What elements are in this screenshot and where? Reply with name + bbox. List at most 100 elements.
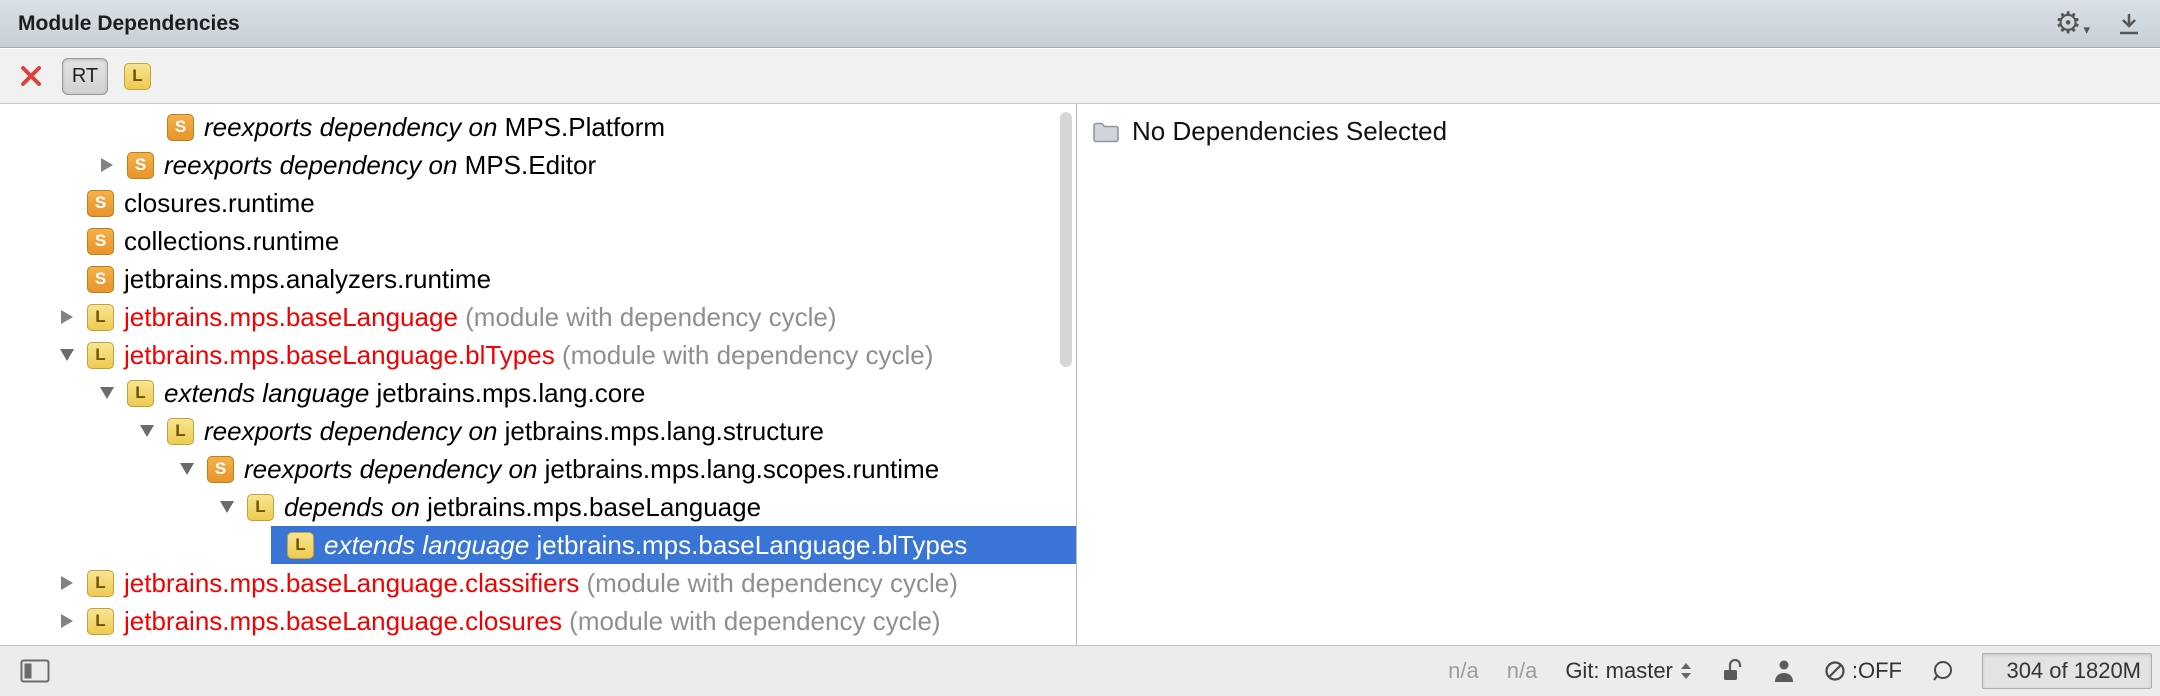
tree-row[interactable]: L jetbrains.mps.baseLanguage.closures (m… [0, 602, 1076, 640]
tree-row-content: L depends on jetbrains.mps.baseLanguage [231, 488, 1076, 526]
language-icon: L [287, 532, 314, 559]
hide-icon [2116, 11, 2142, 37]
tree-row-content: L jetbrains.mps.baseLanguage.classifiers… [71, 564, 1076, 602]
highlighting-off-icon [1823, 659, 1847, 683]
caret-position-widget[interactable]: n/a [1448, 658, 1479, 684]
module-name: jetbrains.mps.baseLanguage.classifiers [124, 568, 579, 599]
module-name: jetbrains.mps.lang.core [377, 378, 646, 409]
module-name: jetbrains.mps.baseLanguage.blTypes [537, 530, 968, 561]
hector-inspector-icon [1773, 658, 1795, 684]
tree-row[interactable]: S reexports dependency on jetbrains.mps.… [0, 450, 1076, 488]
module-name: MPS.Editor [465, 150, 597, 181]
tree-row-content: L extends language jetbrains.mps.lang.co… [111, 374, 1076, 412]
tree-row-content: L extends language jetbrains.mps.baseLan… [271, 526, 1076, 564]
no-selection-message: No Dependencies Selected [1132, 116, 1447, 147]
dependencies-tree-pane: S reexports dependency on MPS.Platform S… [0, 104, 1077, 645]
tree-row-content: L jetbrains.mps.baseLanguage.blTypes (mo… [71, 336, 1076, 374]
language-icon: L [167, 418, 194, 445]
tree-row-content: L reexports dependency on jetbrains.mps.… [151, 412, 1076, 450]
module-name: closures.runtime [124, 188, 315, 219]
dependency-kind-label: reexports dependency on [244, 454, 545, 485]
solution-icon: S [167, 114, 194, 141]
tree-row[interactable]: S collections.runtime [0, 222, 1076, 260]
language-icon: L [87, 608, 114, 635]
module-name: jetbrains.mps.baseLanguage [427, 492, 761, 523]
tree-row[interactable]: L extends language jetbrains.mps.lang.co… [0, 374, 1076, 412]
tree-row-content: S reexports dependency on MPS.Editor [111, 146, 1076, 184]
memory-indicator[interactable]: 304 of 1820M [1982, 653, 2152, 689]
module-name: jetbrains.mps.lang.structure [505, 416, 824, 447]
dependency-tree: S reexports dependency on MPS.Platform S… [0, 104, 1076, 640]
tree-row[interactable]: L jetbrains.mps.baseLanguage.blTypes (mo… [0, 336, 1076, 374]
details-pane: No Dependencies Selected [1078, 104, 2160, 645]
vcs-branch-label: Git: master [1565, 658, 1673, 684]
module-name: jetbrains.mps.baseLanguage [124, 302, 458, 333]
gear-icon: ⚙ [2055, 9, 2082, 39]
module-name: collections.runtime [124, 226, 339, 257]
language-icon: L [247, 494, 274, 521]
cycle-note: (module with dependency cycle) [579, 568, 958, 599]
tree-row[interactable]: S reexports dependency on MPS.Platform [0, 108, 1076, 146]
highlighting-state-label: :OFF [1852, 658, 1902, 684]
tree-row-content: L jetbrains.mps.baseLanguage (module wit… [71, 298, 1076, 336]
hide-tool-window-button[interactable] [2116, 11, 2142, 37]
close-button[interactable] [16, 61, 46, 91]
titlebar-actions: ⚙ ▾ [2055, 9, 2142, 39]
tree-row-content: S jetbrains.mps.analyzers.runtime [71, 260, 1076, 298]
language-icon: L [87, 304, 114, 331]
dependency-kind-label: depends on [284, 492, 427, 523]
toggle-toolwindows-button[interactable] [20, 658, 50, 684]
module-dependencies-tool-window: Module Dependencies ⚙ ▾ RT [0, 0, 2160, 696]
tree-row[interactable]: S reexports dependency on MPS.Editor [0, 146, 1076, 184]
lock-widget[interactable] [1721, 657, 1745, 685]
dependency-kind-label: reexports dependency on [204, 416, 505, 447]
settings-gear-button[interactable]: ⚙ ▾ [2055, 9, 2090, 39]
solution-icon: S [87, 266, 114, 293]
runtime-toggle-button[interactable]: RT [62, 58, 108, 95]
module-name: MPS.Platform [505, 112, 665, 143]
solution-icon: S [87, 228, 114, 255]
module-name: jetbrains.mps.lang.scopes.runtime [545, 454, 940, 485]
cycle-note: (module with dependency cycle) [458, 302, 837, 333]
tree-row-content: S closures.runtime [71, 184, 1076, 222]
dependency-kind-label: reexports dependency on [204, 112, 505, 143]
folder-icon [1092, 120, 1120, 144]
tool-window-header: Module Dependencies ⚙ ▾ [0, 0, 2160, 48]
dependency-kind-label: extends language [164, 378, 377, 409]
language-icon: L [124, 63, 151, 90]
tree-row-content: S collections.runtime [71, 222, 1076, 260]
language-icon: L [87, 570, 114, 597]
module-name: jetbrains.mps.baseLanguage.blTypes [124, 340, 555, 371]
vcs-branch-widget[interactable]: Git: master [1565, 658, 1693, 684]
runtime-toggle-label: RT [72, 65, 98, 88]
solution-icon: S [87, 190, 114, 217]
unlock-icon [1721, 657, 1745, 685]
tree-row[interactable]: L jetbrains.mps.baseLanguage.classifiers… [0, 564, 1076, 602]
dependencies-toolbar: RT L [0, 49, 2160, 104]
tree-row[interactable]: L reexports dependency on jetbrains.mps.… [0, 412, 1076, 450]
inspector-widget[interactable] [1773, 658, 1795, 684]
event-balloon-icon [1930, 659, 1954, 683]
used-languages-toggle-button[interactable]: L [124, 63, 151, 90]
cycle-note: (module with dependency cycle) [562, 606, 941, 637]
tree-row[interactable]: L jetbrains.mps.baseLanguage (module wit… [0, 298, 1076, 336]
module-name: jetbrains.mps.analyzers.runtime [124, 264, 491, 295]
scrollbar-thumb[interactable] [1060, 112, 1072, 367]
memory-usage-label: 304 of 1820M [2006, 658, 2141, 684]
content-area: S reexports dependency on MPS.Platform S… [0, 104, 2160, 645]
language-icon: L [87, 342, 114, 369]
tree-row[interactable]: L depends on jetbrains.mps.baseLanguage [0, 488, 1076, 526]
chevron-down-icon: ▾ [2083, 21, 2090, 39]
encoding-widget[interactable]: n/a [1507, 658, 1538, 684]
tree-row[interactable]: S jetbrains.mps.analyzers.runtime [0, 260, 1076, 298]
cycle-note: (module with dependency cycle) [555, 340, 934, 371]
solution-icon: S [127, 152, 154, 179]
module-name: jetbrains.mps.baseLanguage.closures [124, 606, 562, 637]
tree-row-content: L jetbrains.mps.baseLanguage.closures (m… [71, 602, 1076, 640]
highlighting-widget[interactable]: :OFF [1823, 658, 1902, 684]
event-log-widget[interactable] [1930, 659, 1954, 683]
tree-row[interactable]: S closures.runtime [0, 184, 1076, 222]
tree-row-content: S reexports dependency on MPS.Platform [151, 108, 1076, 146]
tree-row[interactable]: L extends language jetbrains.mps.baseLan… [0, 526, 1076, 564]
toolwindow-toggle-icon [20, 658, 50, 684]
